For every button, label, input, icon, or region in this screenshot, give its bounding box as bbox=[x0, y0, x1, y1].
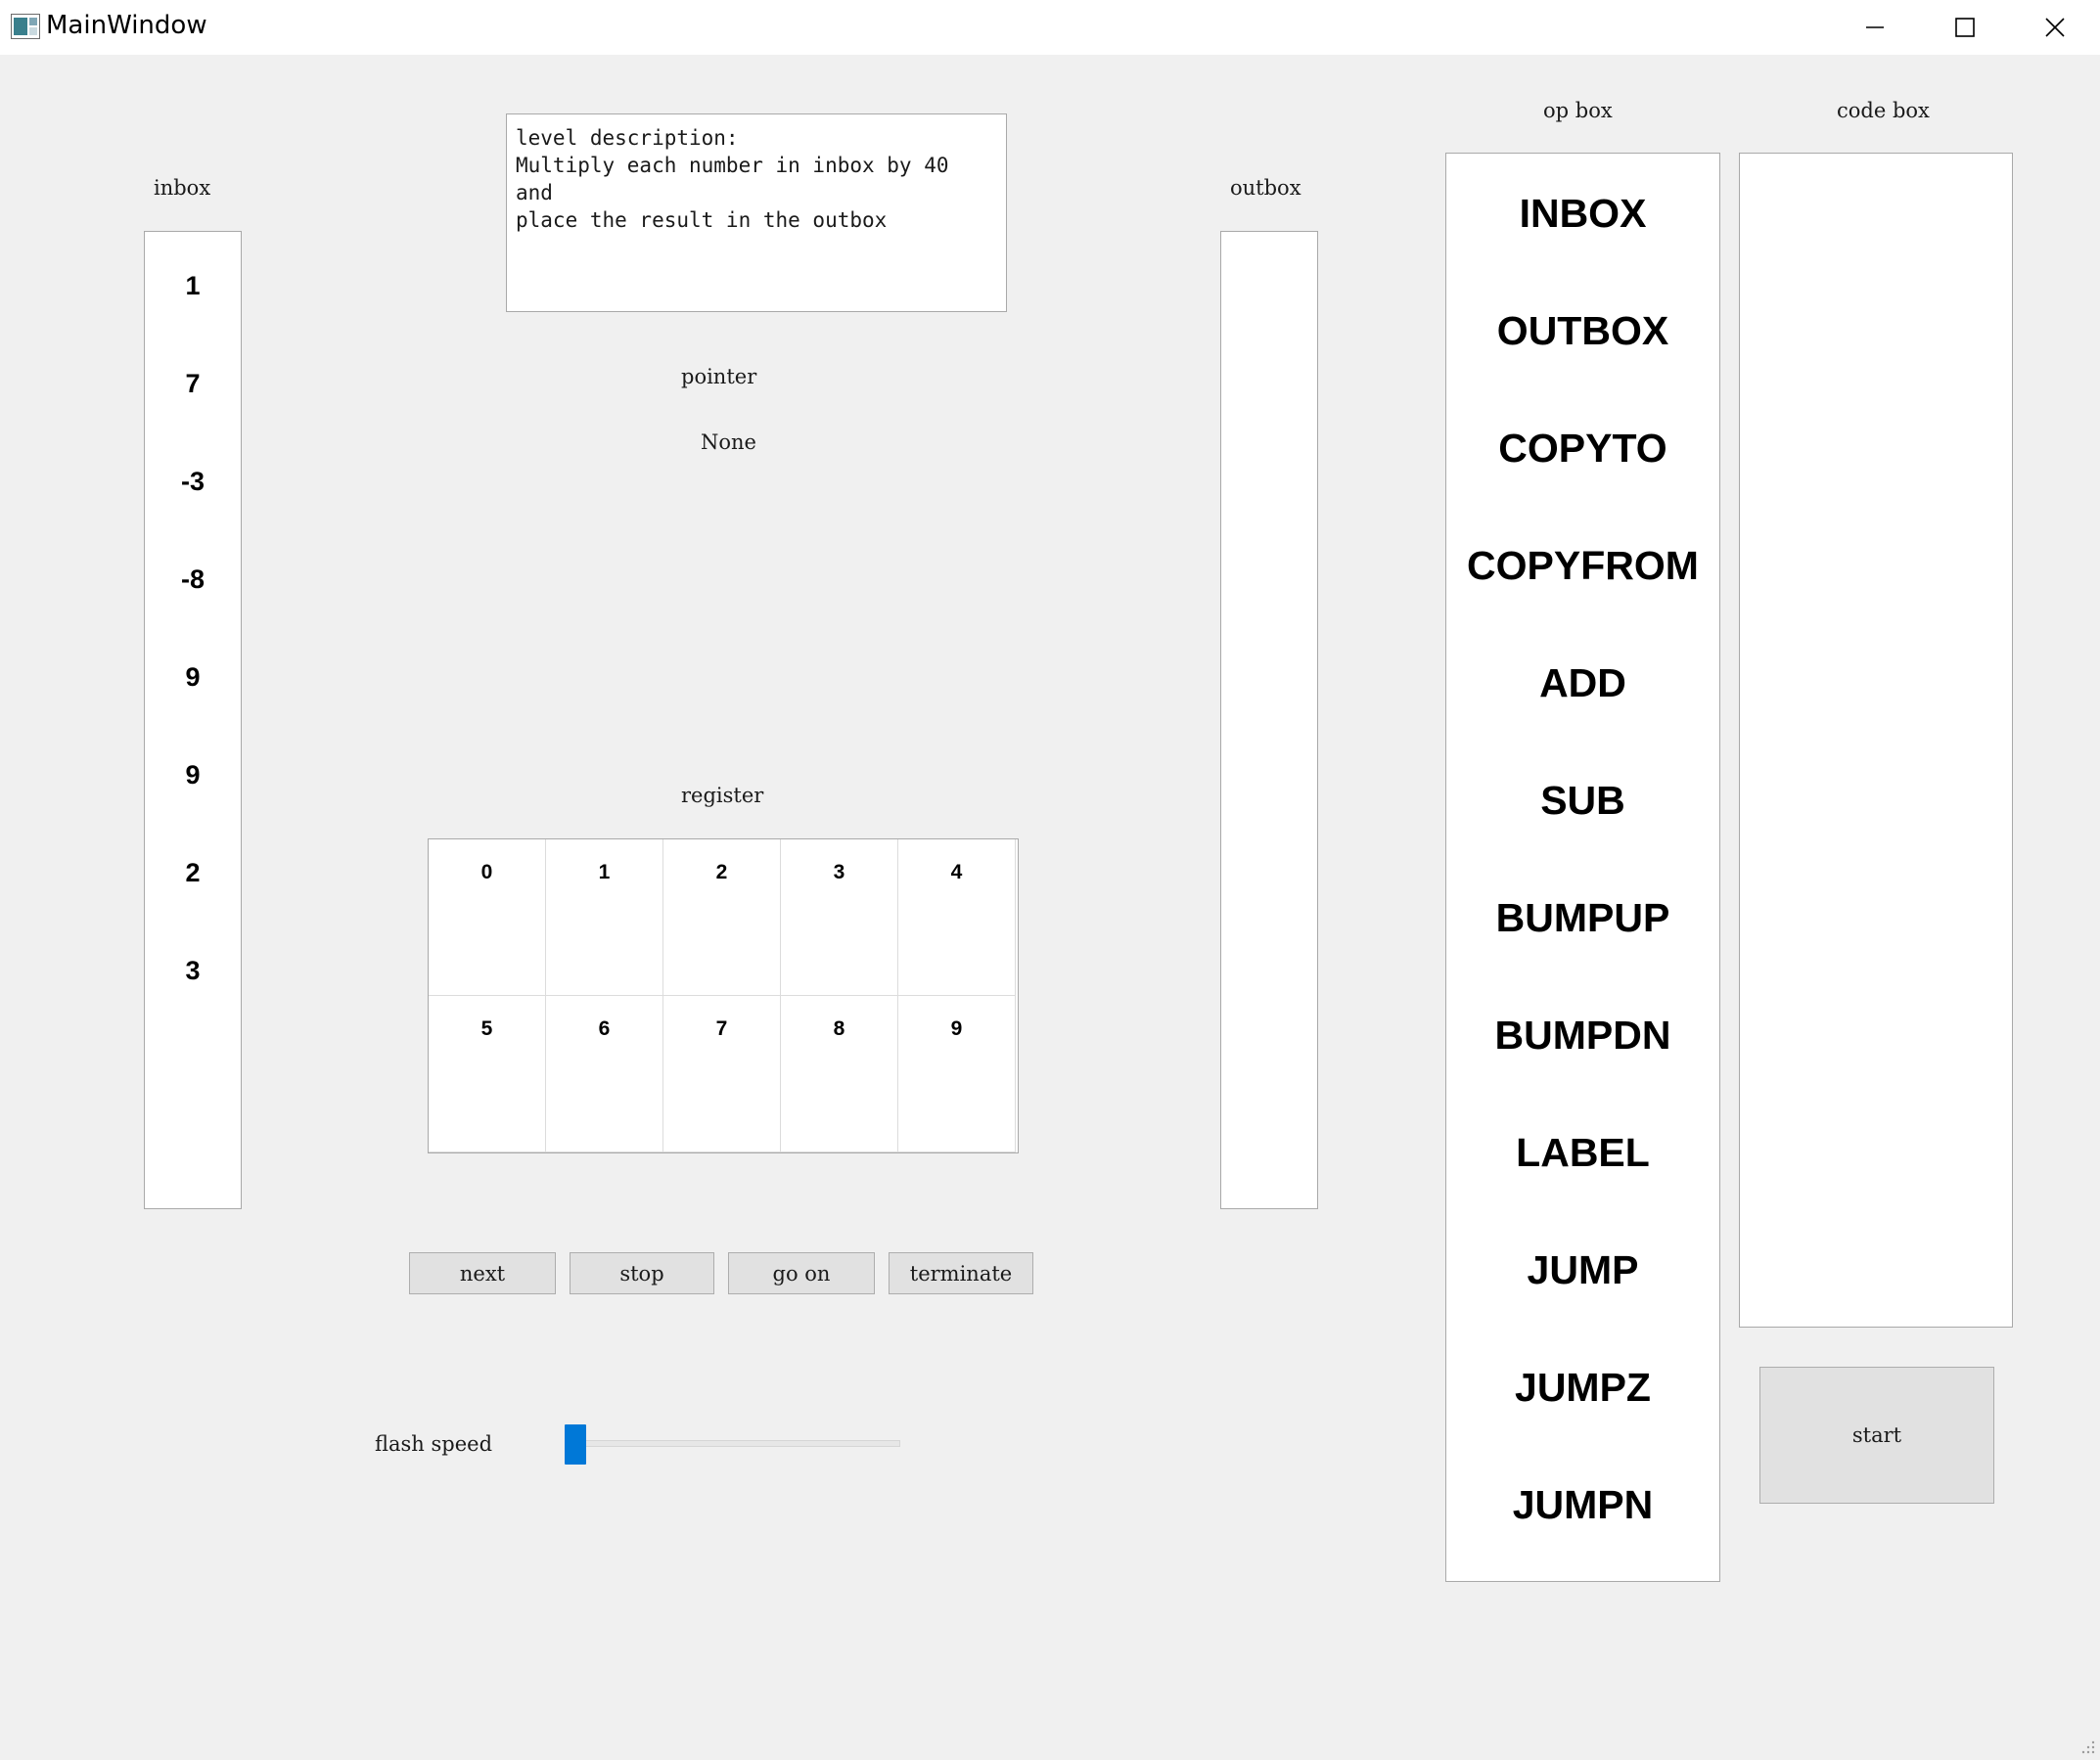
op-item-outbox[interactable]: OUTBOX bbox=[1446, 308, 1719, 354]
op-box[interactable]: INBOX OUTBOX COPYTO COPYFROM ADD SUB BUMPUP BUM… bbox=[1445, 153, 1720, 1582]
register-cell[interactable]: 4 bbox=[898, 839, 1016, 996]
pointer-value: None bbox=[701, 430, 756, 454]
op-item-sub[interactable]: SUB bbox=[1446, 778, 1719, 824]
inbox-item: -3 bbox=[180, 467, 205, 496]
register-index: 5 bbox=[480, 1017, 493, 1040]
next-button[interactable]: next bbox=[409, 1252, 556, 1294]
register-cell[interactable]: 0 bbox=[429, 839, 546, 996]
flash-speed-slider[interactable] bbox=[570, 1440, 900, 1447]
minimize-button[interactable] bbox=[1830, 0, 1920, 55]
outbox-list[interactable] bbox=[1220, 231, 1318, 1209]
register-cell[interactable]: 8 bbox=[781, 996, 898, 1152]
op-item-copyto[interactable]: COPYTO bbox=[1446, 426, 1719, 472]
op-item-inbox[interactable]: INBOX bbox=[1446, 191, 1719, 237]
inbox-item: 9 bbox=[185, 662, 201, 692]
window-title: MainWindow bbox=[46, 11, 207, 40]
register-index: 6 bbox=[598, 1017, 611, 1040]
op-box-label: op box bbox=[1543, 99, 1613, 122]
pointer-label: pointer bbox=[681, 365, 757, 388]
register-index: 2 bbox=[715, 861, 728, 883]
register-index: 8 bbox=[833, 1017, 845, 1040]
inbox-label: inbox bbox=[154, 176, 211, 200]
go-on-button[interactable]: go on bbox=[728, 1252, 875, 1294]
outbox-label: outbox bbox=[1230, 176, 1301, 200]
resize-grip-icon[interactable] bbox=[2078, 1737, 2096, 1755]
op-item-bumpdn[interactable]: BUMPDN bbox=[1446, 1013, 1719, 1059]
minimize-icon bbox=[1866, 26, 1884, 28]
code-box[interactable] bbox=[1739, 153, 2013, 1328]
inbox-item: 7 bbox=[185, 369, 201, 398]
maximize-icon bbox=[1955, 18, 1975, 37]
register-index: 0 bbox=[480, 861, 493, 883]
register-cell[interactable]: 7 bbox=[663, 996, 781, 1152]
register-index: 7 bbox=[715, 1017, 728, 1040]
op-item-jumpz[interactable]: JUMPZ bbox=[1446, 1365, 1719, 1411]
op-item-jumpn[interactable]: JUMPN bbox=[1446, 1482, 1719, 1528]
register-cell[interactable]: 3 bbox=[781, 839, 898, 996]
register-cell[interactable]: 5 bbox=[429, 996, 546, 1152]
op-item-label[interactable]: LABEL bbox=[1446, 1130, 1719, 1176]
title-bar bbox=[0, 0, 2100, 55]
app-icon bbox=[11, 14, 40, 39]
inbox-list[interactable]: 1 7 -3 -8 9 9 2 3 bbox=[144, 231, 242, 1209]
maximize-button[interactable] bbox=[1920, 0, 2010, 55]
register-index: 9 bbox=[950, 1017, 963, 1040]
terminate-button[interactable]: terminate bbox=[889, 1252, 1033, 1294]
register-index: 4 bbox=[950, 861, 963, 883]
register-cell[interactable]: 6 bbox=[546, 996, 663, 1152]
inbox-item: -8 bbox=[180, 564, 205, 594]
inbox-item: 9 bbox=[185, 760, 201, 790]
flash-speed-label: flash speed bbox=[375, 1432, 493, 1456]
register-cell[interactable]: 9 bbox=[898, 996, 1016, 1152]
register-label: register bbox=[681, 784, 764, 807]
inbox-item: 3 bbox=[185, 956, 201, 985]
register-grid[interactable]: 0 1 2 3 4 5 6 7 8 9 bbox=[428, 838, 1019, 1153]
slider-handle[interactable] bbox=[565, 1424, 586, 1465]
inbox-item: 1 bbox=[185, 271, 201, 300]
op-item-bumpup[interactable]: BUMPUP bbox=[1446, 895, 1719, 941]
register-cell[interactable]: 2 bbox=[663, 839, 781, 996]
register-index: 3 bbox=[833, 861, 845, 883]
stop-button[interactable]: stop bbox=[570, 1252, 714, 1294]
close-button[interactable] bbox=[2010, 0, 2100, 55]
code-box-label: code box bbox=[1837, 99, 1930, 122]
level-description[interactable]: level description: Multiply each number … bbox=[506, 113, 1007, 312]
op-item-jump[interactable]: JUMP bbox=[1446, 1247, 1719, 1293]
close-icon bbox=[2045, 18, 2065, 37]
op-item-add[interactable]: ADD bbox=[1446, 660, 1719, 706]
start-button[interactable]: start bbox=[1759, 1367, 1994, 1504]
register-index: 1 bbox=[598, 861, 611, 883]
register-cell[interactable]: 1 bbox=[546, 839, 663, 996]
inbox-item: 2 bbox=[185, 858, 201, 887]
op-item-copyfrom[interactable]: COPYFROM bbox=[1446, 543, 1719, 589]
